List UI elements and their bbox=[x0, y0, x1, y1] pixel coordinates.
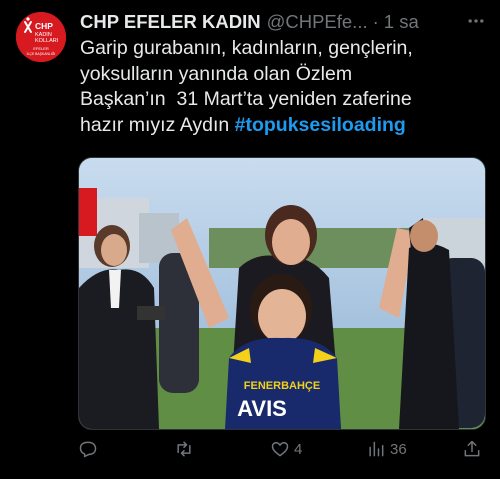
jersey-text-1: FENERBAHÇE bbox=[244, 380, 320, 392]
share-button[interactable] bbox=[462, 436, 482, 462]
avatar-line2: KOLLARI bbox=[35, 38, 59, 44]
tweet-header: CHP EFELER KADIN @CHPEfe... · 1 sa bbox=[80, 10, 486, 34]
tweet-line: Garip gurabanın, kadınların, gençlerin, bbox=[80, 37, 413, 59]
timestamp[interactable]: 1 sa bbox=[384, 11, 419, 33]
share-icon bbox=[464, 440, 480, 457]
jersey-text-2: AVIS bbox=[237, 396, 287, 421]
like-count: 4 bbox=[294, 440, 303, 458]
chp-logo: CHP KADIN KOLLARI EFELER İLÇE BAŞKANLIĞI bbox=[16, 12, 66, 62]
separator-dot: · bbox=[372, 11, 379, 32]
views-count: 36 bbox=[390, 440, 407, 458]
views-icon bbox=[369, 441, 384, 457]
retweet-icon bbox=[177, 441, 191, 457]
tweet[interactable]: CHP KADIN KOLLARI EFELER İLÇE BAŞKANLIĞI… bbox=[0, 0, 500, 479]
avatar[interactable]: CHP KADIN KOLLARI EFELER İLÇE BAŞKANLIĞI bbox=[16, 12, 66, 62]
tweet-actions: 4 36 bbox=[78, 436, 490, 462]
avatar-brand: CHP bbox=[35, 21, 53, 31]
avatar-footer1: EFELER bbox=[33, 46, 49, 51]
hashtag-link[interactable]: #topuksesiloading bbox=[235, 114, 406, 136]
tweet-text: Garip gurabanın, kadınların, gençlerin, … bbox=[80, 36, 490, 138]
like-button[interactable]: 4 bbox=[270, 436, 302, 462]
retweet-button[interactable] bbox=[174, 436, 198, 462]
tweet-line: yoksulların yanında olan Özlem bbox=[80, 62, 353, 85]
reply-button[interactable] bbox=[78, 436, 102, 462]
tweet-line-last: hazır mıyız Aydın #topuksesiloading bbox=[80, 113, 490, 139]
reply-icon bbox=[79, 441, 97, 458]
user-handle[interactable]: @CHPEfe... bbox=[267, 11, 368, 33]
tweet-line: Başkan’ın 31 Mart’ta yeniden zaferine bbox=[80, 88, 412, 110]
photo-image: FENERBAHÇE AVIS bbox=[79, 158, 485, 429]
views-button[interactable]: 36 bbox=[366, 436, 407, 462]
avatar-footer2: İLÇE BAŞKANLIĞI bbox=[27, 51, 56, 56]
display-name[interactable]: CHP EFELER KADIN bbox=[80, 11, 261, 33]
tweet-line-prefix: hazır mıyız Aydın bbox=[80, 113, 235, 136]
heart-icon bbox=[271, 442, 289, 457]
more-options-icon[interactable] bbox=[466, 11, 486, 31]
tweet-photo[interactable]: FENERBAHÇE AVIS bbox=[78, 157, 486, 430]
